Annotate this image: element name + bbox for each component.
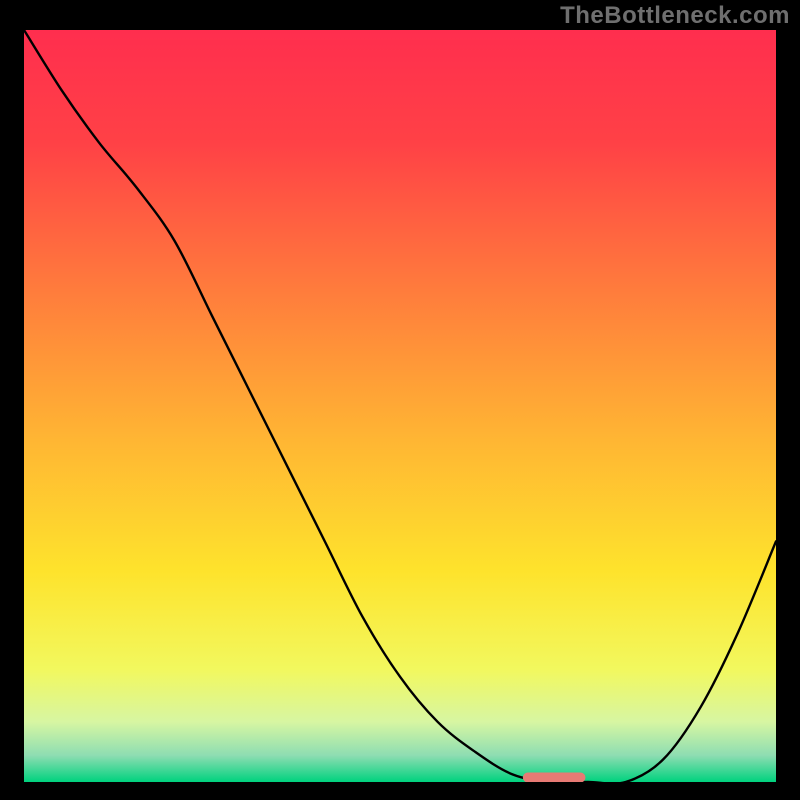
chart-plot-area: [24, 30, 776, 782]
watermark-text: TheBottleneck.com: [560, 2, 790, 30]
chart-gradient-bg: [24, 30, 776, 782]
bottleneck-chart-svg: [24, 30, 776, 782]
